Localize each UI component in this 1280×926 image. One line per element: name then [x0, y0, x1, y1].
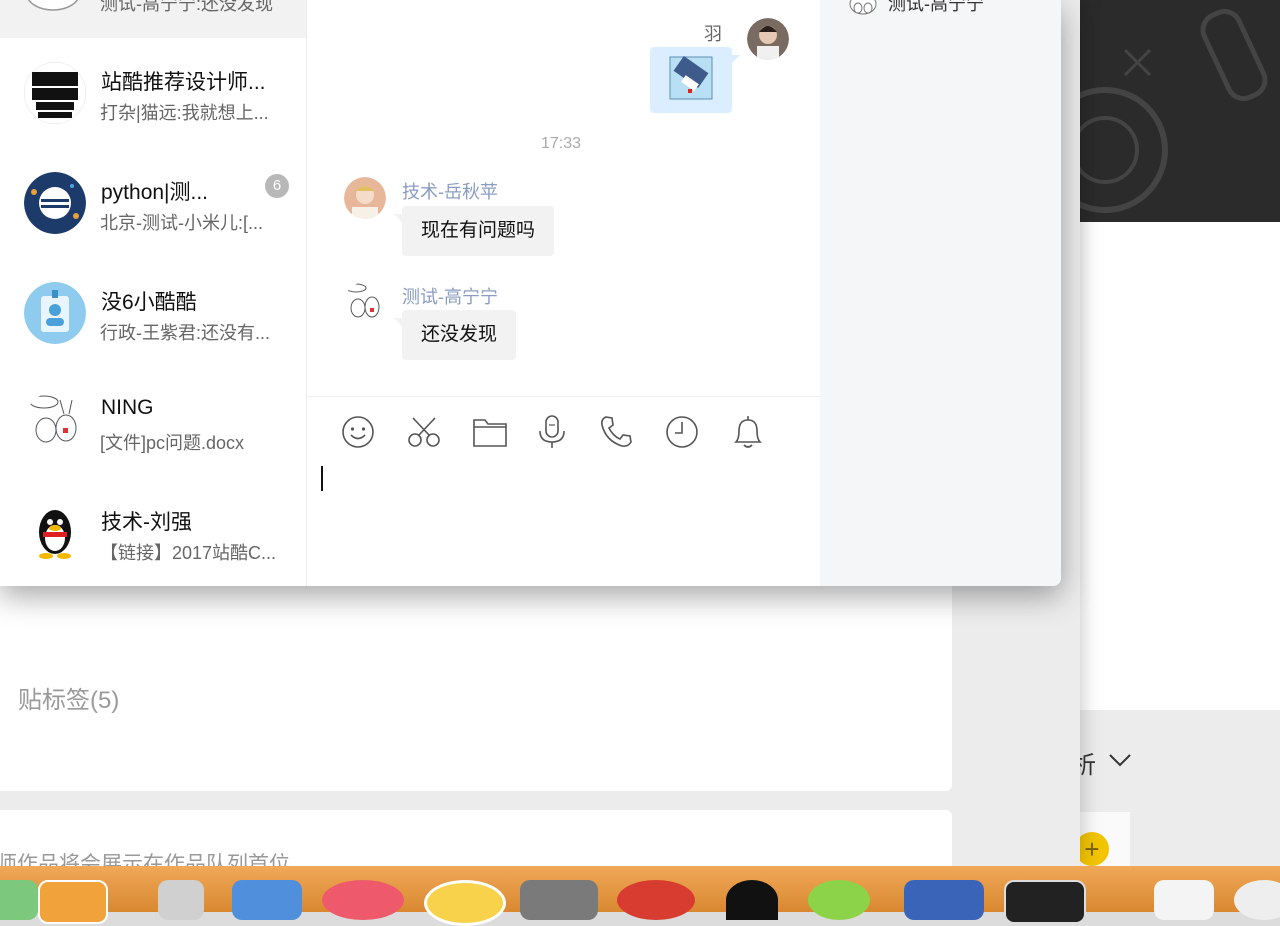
list-item[interactable]: 站酷推荐设计师... 打杂|猫远:我就想上...	[0, 38, 306, 148]
numbers-app-icon[interactable]	[158, 880, 204, 920]
add-button[interactable]: +	[1075, 832, 1109, 866]
avatar[interactable]	[747, 18, 789, 60]
toolbar-divider	[307, 396, 820, 397]
phone-icon[interactable]	[598, 414, 634, 450]
settings-app-icon[interactable]	[520, 880, 598, 920]
qq-app-icon[interactable]	[726, 880, 778, 920]
background-dark-image	[1080, 0, 1280, 222]
list-item-preview: 测试-高宁宁:还没发现	[100, 0, 273, 14]
conversation-list: 测试-高宁宁:还没发现 站酷推荐设计师... 打杂|猫远:我就想上... pyt…	[0, 0, 307, 586]
avatar[interactable]	[344, 282, 386, 324]
avatar	[24, 502, 86, 564]
list-item-title: 技术-刘强	[101, 511, 192, 534]
message-input-cursor[interactable]	[321, 466, 323, 491]
member-name[interactable]: 测试-高宁宁	[888, 0, 984, 16]
chrome-app-icon[interactable]	[617, 880, 695, 920]
list-item[interactable]: python|测... 北京-测试-小米儿:[...	[0, 148, 306, 258]
unread-badge: 6	[265, 174, 289, 198]
tag-card	[0, 586, 952, 791]
background-pattern	[1080, 8, 1268, 213]
message-sender[interactable]: 技术-岳秋苹	[402, 178, 498, 204]
avatar	[24, 392, 86, 454]
smile-icon[interactable]	[340, 414, 376, 450]
terminal-app-icon[interactable]	[1004, 880, 1086, 924]
wechat-app-icon[interactable]	[808, 880, 870, 920]
list-item-title: 站酷推荐设计师...	[101, 71, 266, 94]
bell-icon[interactable]	[730, 414, 766, 450]
list-item[interactable]: 没6小酷酷 行政-王紫君:还没有...	[0, 258, 306, 368]
background-white-area	[1080, 222, 1280, 710]
clock-icon[interactable]	[664, 414, 700, 450]
list-item-title: NING	[101, 396, 154, 419]
list-item-preview: 北京-测试-小米儿:[...	[100, 213, 263, 233]
keynote-app-icon[interactable]	[232, 880, 302, 920]
list-item-preview: [文件]pc问题.docx	[100, 433, 245, 453]
documents-stack-icon[interactable]	[1154, 880, 1214, 920]
list-item[interactable]: NING [文件]pc问题.docx	[0, 368, 306, 478]
message-bubble[interactable]: 现在有问题吗	[393, 206, 555, 256]
my-name: 羽	[704, 24, 722, 44]
member-panel	[820, 0, 1061, 586]
chevron-down-icon[interactable]	[1108, 752, 1132, 773]
music-app-icon[interactable]	[322, 880, 404, 920]
message-bubble[interactable]: 还没发现	[393, 310, 517, 360]
image-message[interactable]	[650, 47, 740, 113]
tag-label[interactable]: 贴标签(5)	[18, 680, 119, 715]
scissors-icon[interactable]	[406, 414, 442, 450]
list-item-title: python|测...	[101, 181, 209, 204]
timestamp: 17:33	[541, 135, 582, 152]
word-app-icon[interactable]	[904, 880, 984, 920]
avatar[interactable]	[848, 0, 878, 23]
list-item[interactable]: 技术-刘强 【链接】2017站酷C...	[0, 478, 306, 586]
trash-icon[interactable]	[1234, 880, 1280, 920]
folder-icon[interactable]	[472, 414, 508, 450]
list-item-preview: 打杂|猫远:我就想上...	[100, 103, 269, 123]
avatar	[24, 172, 86, 234]
list-item-preview: 【链接】2017站酷C...	[100, 543, 277, 563]
pages-app-icon[interactable]	[38, 880, 108, 924]
avatar[interactable]	[344, 177, 386, 219]
chat-window: 测试-高宁宁:还没发现 站酷推荐设计师... 打杂|猫远:我就想上... pyt…	[0, 0, 1061, 586]
list-item[interactable]: 测试-高宁宁:还没发现	[0, 0, 306, 38]
list-item-preview: 行政-王紫君:还没有...	[100, 323, 270, 343]
avatar	[24, 62, 86, 124]
image-thumbnail-icon	[669, 56, 713, 100]
dock-app-icon[interactable]	[0, 880, 38, 920]
microphone-icon[interactable]	[534, 414, 570, 450]
message-sender[interactable]: 测试-高宁宁	[402, 283, 498, 309]
avatar	[24, 0, 82, 12]
finder-app-icon[interactable]	[424, 880, 506, 926]
avatar	[24, 282, 86, 344]
list-item-title: 没6小酷酷	[101, 291, 197, 314]
